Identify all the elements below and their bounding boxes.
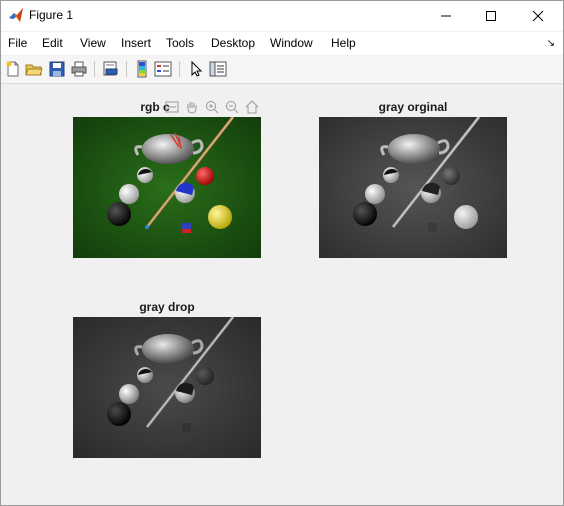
zoom-out-icon[interactable] — [222, 98, 241, 116]
window-title: Figure 1 — [29, 8, 74, 22]
toolbar-separator — [94, 61, 95, 77]
matlab-logo-icon — [9, 8, 23, 22]
menu-view[interactable]: View — [80, 36, 106, 50]
export-icon[interactable] — [163, 98, 182, 116]
property-inspector-icon[interactable] — [209, 60, 227, 78]
close-icon — [532, 10, 544, 22]
save-icon[interactable] — [48, 60, 66, 78]
close-button[interactable] — [515, 1, 561, 31]
dock-arrow-icon[interactable]: ↘ — [547, 38, 555, 49]
menu-bar: File Edit View Insert Tools Desktop Wind… — [1, 32, 563, 55]
teapot — [142, 134, 194, 164]
menu-edit[interactable]: Edit — [42, 36, 63, 50]
image-gray-original — [319, 117, 507, 258]
axes-title-gray-original: gray orginal — [378, 100, 448, 114]
home-icon[interactable] — [242, 98, 261, 116]
pan-hand-icon[interactable] — [183, 98, 202, 116]
figure-toolbar — [1, 56, 563, 84]
pointer-icon[interactable] — [187, 60, 205, 78]
new-figure-icon[interactable] — [4, 60, 22, 78]
figure-window: Figure 1 File Edit View Insert Tools Des… — [0, 0, 564, 506]
axes-title-gray-drop: gray drop — [139, 300, 195, 314]
maximize-button[interactable] — [468, 1, 514, 31]
minimize-button[interactable] — [423, 1, 469, 31]
menu-window[interactable]: Window — [270, 36, 313, 50]
open-file-icon[interactable] — [25, 60, 43, 78]
zoom-in-icon[interactable] — [203, 98, 222, 116]
toolbar-separator — [126, 61, 127, 77]
axes-toolbar — [163, 98, 261, 116]
legend-icon[interactable] — [154, 60, 172, 78]
image-rgb — [73, 117, 261, 258]
toolbar-separator — [179, 61, 180, 77]
title-bar: Figure 1 — [1, 1, 563, 31]
menu-help[interactable]: Help — [331, 36, 356, 50]
menu-file[interactable]: File — [8, 36, 27, 50]
minimize-icon — [441, 15, 451, 17]
colorbar-icon[interactable] — [133, 60, 151, 78]
print-preview-icon[interactable] — [101, 60, 119, 78]
menu-tools[interactable]: Tools — [166, 36, 194, 50]
menu-desktop[interactable]: Desktop — [211, 36, 255, 50]
image-gray-drop — [73, 317, 261, 458]
menu-insert[interactable]: Insert — [121, 36, 151, 50]
maximize-icon — [486, 11, 496, 21]
print-icon[interactable] — [70, 60, 88, 78]
